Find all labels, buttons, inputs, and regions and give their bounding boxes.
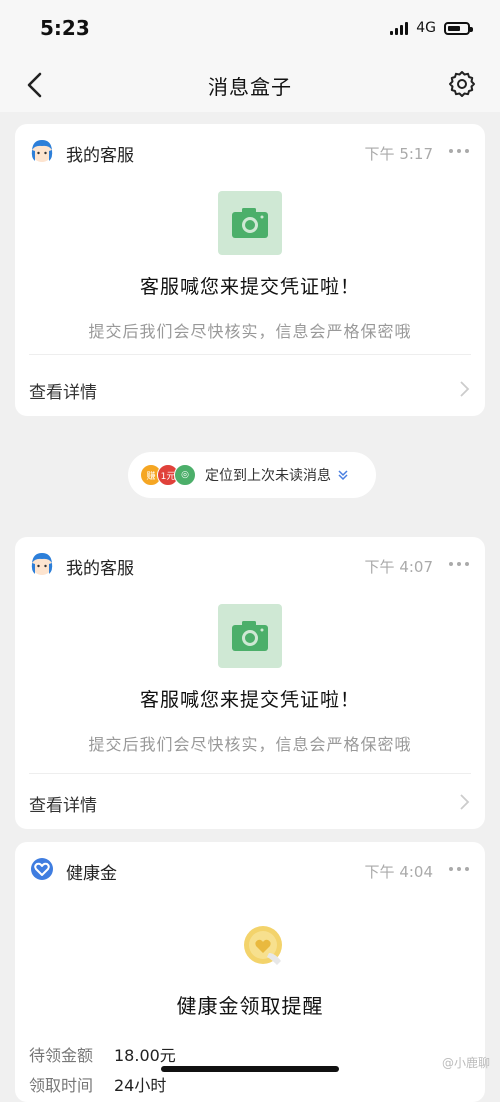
field-label: 领取时间 [29,1076,94,1095]
card-header: 我的客服 下午 5:17 [15,124,485,180]
camera-icon [232,208,268,238]
locate-unread-button[interactable]: 赚 1元 ◎ 定位到上次未读消息 [128,452,376,498]
page-title: 消息盒子 [208,74,292,99]
chevron-left-icon[interactable] [22,70,52,100]
customer-service-avatar-icon [31,140,53,162]
heart-shield-icon [31,858,53,880]
message-title: 健康金领取提醒 [176,994,324,1018]
sender-name: 我的客服 [66,146,134,166]
more-icon[interactable] [447,557,471,571]
more-icon[interactable] [447,862,471,876]
network-label: 4G [416,20,436,36]
message-title: 客服喊您来提交凭证啦！ [139,276,360,298]
chevron-right-icon [460,794,470,810]
field-label: 待领金额 [29,1046,94,1065]
field-value: 24小时 [114,1076,167,1095]
customer-service-avatar-icon [31,553,53,575]
message-card-service-1[interactable]: 我的客服 下午 5:17 客服喊您来提交凭证啦！ 提交后我们会尽快核实，信息会严… [15,124,485,416]
sender-name: 我的客服 [66,559,134,579]
status-time: 5:23 [40,16,90,40]
message-card-service-2[interactable]: 我的客服 下午 4:07 客服喊您来提交凭证啦！ 提交后我们会尽快核实，信息会严… [15,537,485,829]
camera-icon-box [218,191,282,255]
card-divider [29,773,471,774]
status-icons: 4G [390,20,473,36]
card-header: 我的客服 下午 4:07 [15,537,485,593]
message-subtitle: 提交后我们会尽快核实，信息会严格保密哦 [88,735,412,754]
view-detail-link[interactable]: 查看详情 [29,791,97,816]
message-time: 下午 4:07 [364,558,433,576]
watermark: @小鹿聊 [441,1056,490,1070]
field-value: 18.00元 [114,1046,176,1065]
home-indicator[interactable] [161,1066,339,1072]
more-icon[interactable] [447,144,471,158]
message-subtitle: 提交后我们会尽快核实，信息会严格保密哦 [88,322,412,341]
battery-icon [444,21,473,35]
status-bar: 5:23 4G [0,0,500,58]
message-time: 下午 4:04 [364,863,433,881]
green-badge: ◎ [174,464,196,486]
double-chevron-down-icon [338,470,348,481]
message-time: 下午 5:17 [364,145,433,163]
reward-badges: 赚 1元 ◎ [140,464,196,486]
card-header: 健康金 下午 4:04 [15,842,485,898]
gold-coin-icon [244,926,282,965]
message-title: 客服喊您来提交凭证啦！ [139,689,360,711]
camera-icon [232,621,268,651]
camera-icon-box [218,604,282,668]
gear-icon[interactable] [448,70,476,98]
card-divider [29,354,471,355]
locate-unread-label: 定位到上次未读消息 [205,468,331,484]
signal-icon [390,21,409,35]
chevron-right-icon [460,381,470,397]
nav-bar: 消息盒子 [0,58,500,112]
sender-name: 健康金 [66,864,117,884]
view-detail-link[interactable]: 查看详情 [29,378,97,403]
message-card-health-fund[interactable]: 健康金 下午 4:04 健康金领取提醒 待领金额 18.00元 领取时间 24小… [15,842,485,1102]
